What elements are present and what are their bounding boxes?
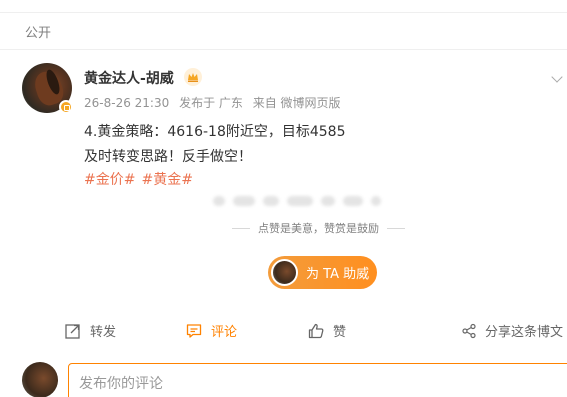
repost-button[interactable]: 转发 [64, 321, 116, 340]
comment-input[interactable]: 发布你的评论 [68, 363, 567, 397]
post-source: 来自 微博网页版 [252, 96, 341, 110]
share-icon [462, 323, 476, 338]
like-button[interactable]: 赞 [307, 321, 346, 340]
post-content-line: 4.黄金策略：4616-18附近空，目标4585 [84, 124, 346, 140]
thumbs-up-icon [308, 323, 324, 338]
reward-caption: 点赞是美意，赞赏是鼓励 [232, 220, 405, 236]
reward-caption-text: 点赞是美意，赞赏是鼓励 [258, 222, 379, 235]
blurred-supporters-row [213, 194, 381, 208]
section-divider [0, 49, 567, 50]
comment-label: 评论 [211, 325, 238, 340]
top-divider [0, 12, 567, 13]
reward-button-label: 为 TA 助威 [306, 267, 370, 282]
divider-dash [387, 227, 405, 229]
verified-badge-icon [59, 100, 73, 114]
repost-icon [65, 323, 80, 339]
like-label: 赞 [333, 325, 347, 340]
topic-tag-link[interactable]: #黄金# [141, 172, 192, 188]
post-timestamp[interactable]: 26-8-26 21:30 [84, 96, 169, 110]
post-tags: #金价# #黄金# [84, 169, 199, 189]
post-action-bar: 转发 评论 赞 分享这条博文 [0, 321, 567, 345]
author-name[interactable]: 黄金达人-胡威 [84, 68, 174, 88]
comment-button[interactable]: 评论 [185, 321, 237, 340]
topic-tag-link[interactable]: #金价# [84, 172, 135, 188]
post-content-line: 及时转变思路！反手做空！ [84, 149, 252, 165]
visibility-label: 公开 [25, 26, 52, 41]
post-meta: 26-8-26 21:30 发布于 广东 来自 微博网页版 [84, 94, 347, 111]
post-location: 发布于 广东 [179, 96, 243, 110]
reward-avatar [271, 259, 298, 286]
share-button[interactable]: 分享这条博文 [461, 321, 563, 340]
comment-icon [186, 323, 202, 338]
current-user-avatar [22, 362, 58, 397]
reward-button[interactable]: 为 TA 助威 [268, 256, 377, 289]
divider-dash [232, 227, 250, 229]
chevron-down-icon[interactable] [551, 71, 563, 83]
share-label: 分享这条博文 [485, 325, 564, 340]
repost-label: 转发 [90, 325, 117, 340]
crown-icon[interactable] [184, 68, 202, 86]
